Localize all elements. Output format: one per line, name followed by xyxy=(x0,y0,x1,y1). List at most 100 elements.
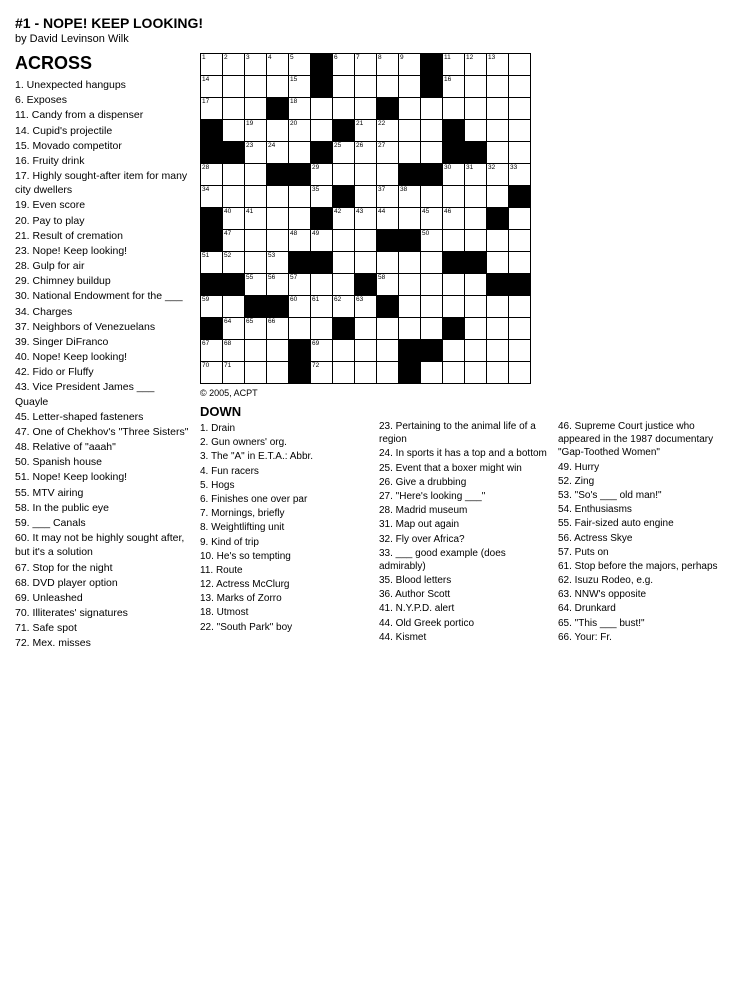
cell-13-7 xyxy=(355,340,377,362)
cell-1-3 xyxy=(267,76,289,98)
cell-10-12 xyxy=(465,274,487,296)
cell-12-3: 66 xyxy=(267,318,289,340)
down-clue-64: 64. Drunkard xyxy=(558,602,729,615)
across-extra-col: DOWN 1. Drain2. Gun owners' org.3. The "… xyxy=(200,404,371,645)
puzzle-title: #1 - NOPE! KEEP LOOKING! xyxy=(15,15,729,31)
cell-6-6 xyxy=(333,186,355,208)
across-clue-16: 16. Fruity drink xyxy=(15,154,190,168)
cell-11-6: 62 xyxy=(333,296,355,318)
across-clue-43: 43. Vice President James ___ Quayle xyxy=(15,380,190,408)
down-clue-11: 11. Route xyxy=(200,564,371,577)
cell-12-6 xyxy=(333,318,355,340)
cell-1-12 xyxy=(465,76,487,98)
across-clue-71: 71. Safe spot xyxy=(15,621,190,635)
down-clue-7: 7. Mornings, briefly xyxy=(200,507,371,520)
cell-5-0: 28 xyxy=(201,164,223,186)
cell-10-9 xyxy=(399,274,421,296)
cell-7-8: 44 xyxy=(377,208,399,230)
cell-0-2: 3 xyxy=(245,54,267,76)
down-clue-65: 65. "This ___ bust!" xyxy=(558,617,729,630)
down-clue-32: 32. Fly over Africa? xyxy=(379,533,550,546)
cell-9-2 xyxy=(245,252,267,274)
cell-6-13 xyxy=(487,186,509,208)
cell-11-0: 59 xyxy=(201,296,223,318)
across-clue-15: 15. Movado competitor xyxy=(15,139,190,153)
across-clue-30: 30. National Endowment for the ___ xyxy=(15,289,190,303)
down-clue-35: 35. Blood letters xyxy=(379,574,550,587)
cell-12-9 xyxy=(399,318,421,340)
down-clue-63: 63. NNW's opposite xyxy=(558,588,729,601)
cell-7-7: 43 xyxy=(355,208,377,230)
cell-8-7 xyxy=(355,230,377,252)
cell-0-3: 4 xyxy=(267,54,289,76)
cell-5-8 xyxy=(377,164,399,186)
cell-8-5: 49 xyxy=(311,230,333,252)
down-clue-33: 33. ___ good example (does admirably) xyxy=(379,547,550,573)
across-clue-51: 51. Nope! Keep looking! xyxy=(15,470,190,484)
down-clue-28: 28. Madrid museum xyxy=(379,504,550,517)
across-clue-19: 19. Even score xyxy=(15,198,190,212)
cell-12-0 xyxy=(201,318,223,340)
cell-11-7: 63 xyxy=(355,296,377,318)
cell-8-9 xyxy=(399,230,421,252)
cell-13-4 xyxy=(289,340,311,362)
cell-12-14 xyxy=(509,318,531,340)
across-clue-40: 40. Nope! Keep looking! xyxy=(15,350,190,364)
down-clue-1: 1. Drain xyxy=(200,422,371,435)
cell-1-1 xyxy=(223,76,245,98)
cell-13-2 xyxy=(245,340,267,362)
cell-12-5 xyxy=(311,318,333,340)
across-clue-39: 39. Singer DiFranco xyxy=(15,335,190,349)
across-clue-21: 21. Result of cremation xyxy=(15,229,190,243)
across-clue-20: 20. Pay to play xyxy=(15,214,190,228)
down-clue-55: 55. Fair-sized auto engine xyxy=(558,517,729,530)
cell-3-11 xyxy=(443,120,465,142)
cell-1-7 xyxy=(355,76,377,98)
across-clue-68: 68. DVD player option xyxy=(15,576,190,590)
cell-10-1 xyxy=(223,274,245,296)
cell-2-5 xyxy=(311,98,333,120)
down-clue-53: 53. "So's ___ old man!" xyxy=(558,489,729,502)
cell-1-4: 15 xyxy=(289,76,311,98)
cell-3-0 xyxy=(201,120,223,142)
cell-1-0: 14 xyxy=(201,76,223,98)
cell-14-11 xyxy=(443,362,465,384)
down-clue-2: 2. Gun owners' org. xyxy=(200,436,371,449)
across-clue-47: 47. One of Chekhov's "Three Sisters" xyxy=(15,425,190,439)
down-clue-26: 26. Give a drubbing xyxy=(379,476,550,489)
across-clue-60: 60. It may not be highly sought after, b… xyxy=(15,531,190,559)
across-clues-list: 1. Unexpected hangups6. Exposes11. Candy… xyxy=(15,78,190,651)
cell-14-13 xyxy=(487,362,509,384)
cell-3-14 xyxy=(509,120,531,142)
cell-12-2: 65 xyxy=(245,318,267,340)
down-clue-61: 61. Stop before the majors, perhaps xyxy=(558,560,729,573)
cell-4-2: 23 xyxy=(245,142,267,164)
copyright: © 2005, ACPT xyxy=(200,388,729,398)
cell-8-0 xyxy=(201,230,223,252)
cell-2-1 xyxy=(223,98,245,120)
down-clue-8: 8. Weightlifting unit xyxy=(200,521,371,534)
cell-0-9: 9 xyxy=(399,54,421,76)
cell-4-14 xyxy=(509,142,531,164)
cell-1-11: 16 xyxy=(443,76,465,98)
cell-7-5 xyxy=(311,208,333,230)
across-clue-48: 48. Relative of "aaah" xyxy=(15,440,190,454)
cell-0-10 xyxy=(421,54,443,76)
cell-13-3 xyxy=(267,340,289,362)
cell-11-12 xyxy=(465,296,487,318)
down-clue-46: 46. Supreme Court justice who appeared i… xyxy=(558,420,729,460)
cell-3-8: 22 xyxy=(377,120,399,142)
cell-6-0: 34 xyxy=(201,186,223,208)
cell-5-3 xyxy=(267,164,289,186)
cell-8-4: 48 xyxy=(289,230,311,252)
cell-5-7 xyxy=(355,164,377,186)
cell-9-10 xyxy=(421,252,443,274)
cell-7-0 xyxy=(201,208,223,230)
cell-5-12: 31 xyxy=(465,164,487,186)
cell-7-13 xyxy=(487,208,509,230)
cell-14-5: 72 xyxy=(311,362,333,384)
cell-6-8: 37 xyxy=(377,186,399,208)
cell-3-10 xyxy=(421,120,443,142)
cell-13-1: 68 xyxy=(223,340,245,362)
down-clue-22: 22. "South Park" boy xyxy=(200,621,371,634)
